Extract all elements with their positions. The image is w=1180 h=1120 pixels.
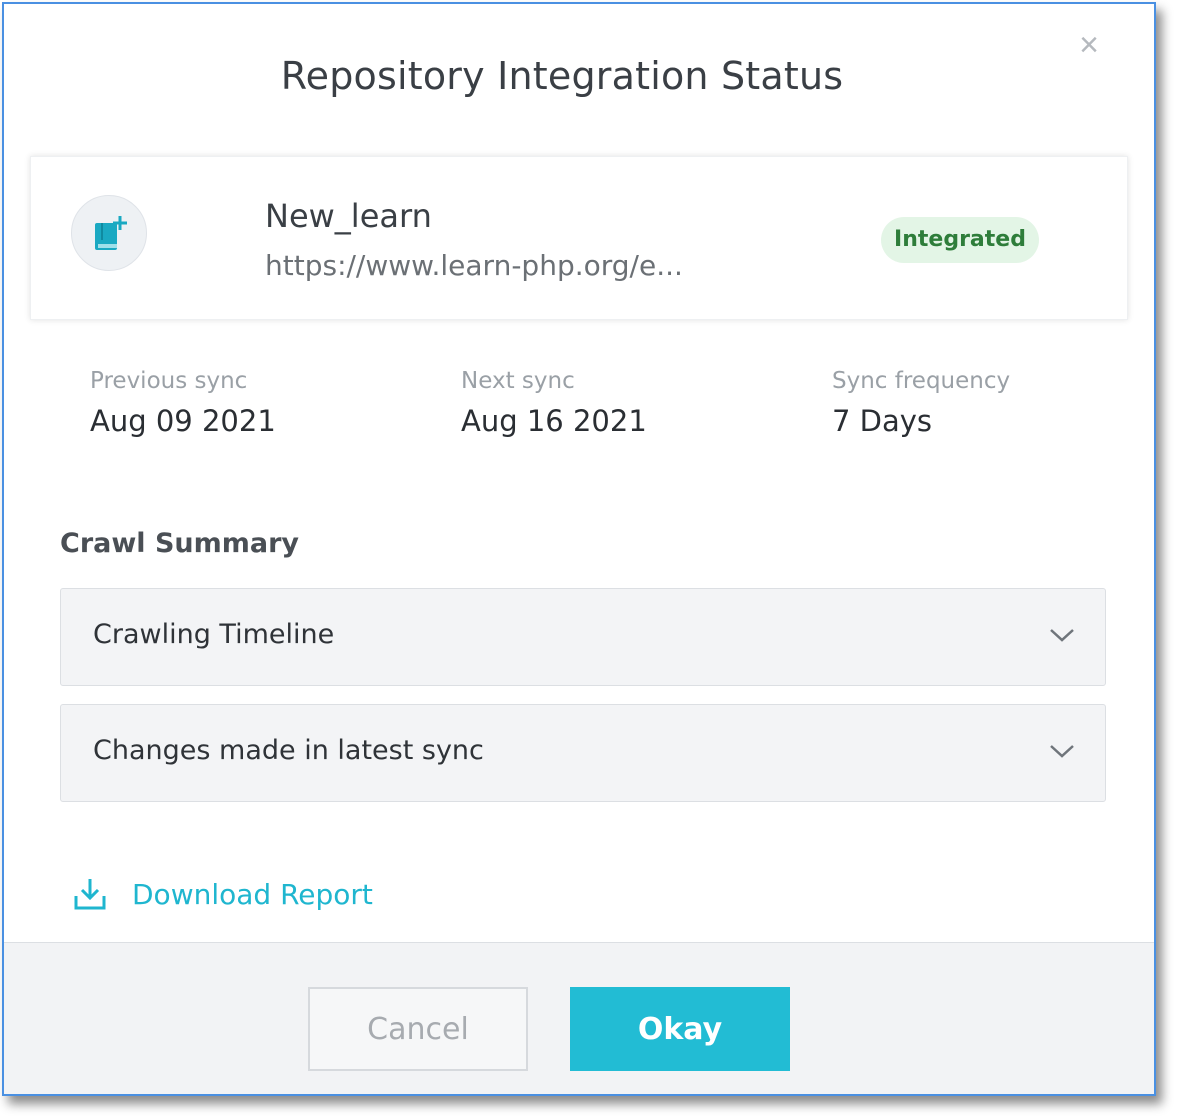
dialog-title: Repository Integration Status bbox=[280, 54, 844, 98]
dialog-footer: Cancel Okay bbox=[4, 942, 1154, 1094]
accordion-label: Changes made in latest sync bbox=[93, 735, 484, 766]
book-add-icon bbox=[71, 195, 147, 271]
download-icon bbox=[74, 879, 106, 910]
sync-frequency-value: 7 Days bbox=[832, 404, 933, 438]
crawl-summary-title: Crawl Summary bbox=[60, 528, 300, 559]
sync-frequency: Sync frequency 7 Days bbox=[832, 368, 1132, 438]
repository-status-dialog: × Repository Integration Status New_lear… bbox=[2, 2, 1156, 1096]
cancel-button[interactable]: Cancel bbox=[308, 987, 528, 1071]
download-report-label: Download Report bbox=[132, 878, 373, 911]
repository-url: https://www.learn-php.org/e... bbox=[265, 249, 683, 282]
accordion-label: Crawling Timeline bbox=[93, 619, 335, 650]
next-sync-value: Aug 16 2021 bbox=[461, 404, 647, 438]
repository-name: New_learn bbox=[265, 197, 432, 235]
chevron-down-icon bbox=[1050, 629, 1074, 642]
latest-sync-changes-accordion[interactable]: Changes made in latest sync bbox=[60, 704, 1106, 802]
previous-sync-value: Aug 09 2021 bbox=[90, 404, 276, 438]
okay-button[interactable]: Okay bbox=[570, 987, 790, 1071]
crawling-timeline-accordion[interactable]: Crawling Timeline bbox=[60, 588, 1106, 686]
previous-sync-label: Previous sync bbox=[90, 368, 248, 394]
previous-sync: Previous sync Aug 09 2021 bbox=[90, 368, 390, 438]
chevron-down-icon bbox=[1050, 745, 1074, 758]
status-badge: Integrated bbox=[881, 217, 1039, 263]
sync-frequency-label: Sync frequency bbox=[832, 368, 1011, 394]
next-sync-label: Next sync bbox=[461, 368, 575, 394]
next-sync: Next sync Aug 16 2021 bbox=[461, 368, 761, 438]
repository-card: New_learn https://www.learn-php.org/e...… bbox=[30, 156, 1128, 320]
